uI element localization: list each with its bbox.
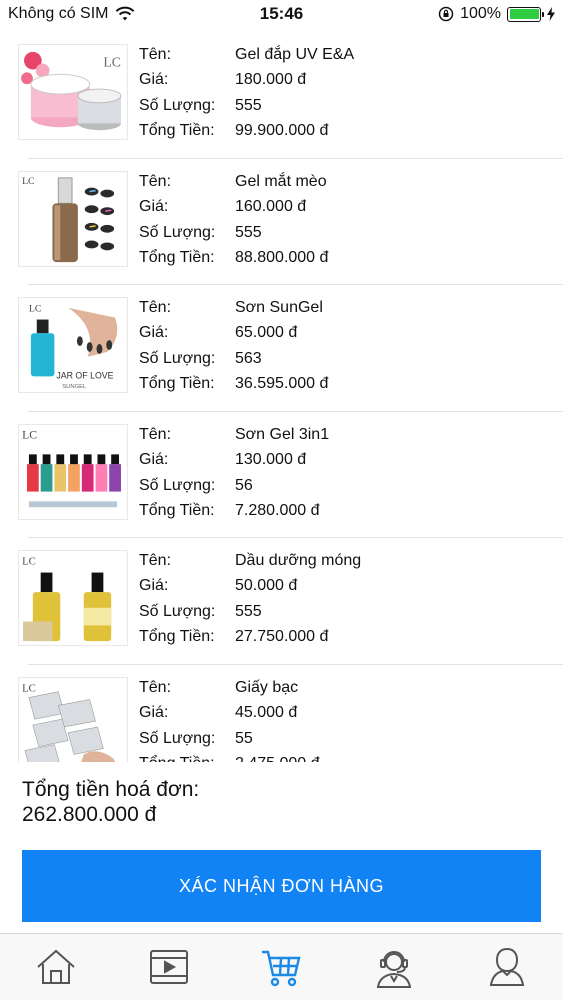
subtotal-label: Tổng Tiền: <box>139 248 215 266</box>
svg-text:SUNGEL: SUNGEL <box>62 384 87 390</box>
invoice-total-value: 262.800.000 đ <box>22 803 157 826</box>
quantity-label: Số Lượng: <box>139 350 216 367</box>
price-label: Giá: <box>139 577 169 594</box>
product-image: LC <box>18 676 128 762</box>
product-name: Gel đắp UV E&A <box>235 46 355 63</box>
svg-text:LC: LC <box>22 682 36 694</box>
quantity-label: Số Lượng: <box>139 603 216 620</box>
svg-text:LC: LC <box>22 428 37 441</box>
product-quantity: 56 <box>235 476 253 494</box>
product-quantity: 555 <box>235 223 262 241</box>
product-name: Gel mắt mèo <box>235 172 327 190</box>
price-label: Giá: <box>139 324 169 341</box>
battery-icon <box>507 6 544 22</box>
cart-item[interactable]: LC Tên: Gel mắt mèo Giá: 160.000 đ Số Lư… <box>0 159 563 285</box>
product-price: 160.000 đ <box>235 197 307 215</box>
product-subtotal: 88.800.000 đ <box>235 248 329 266</box>
product-subtotal: 7.280.000 đ <box>235 501 320 519</box>
name-label: Tên: <box>139 678 172 696</box>
quantity-label: Số Lượng: <box>139 97 216 114</box>
svg-text:LC: LC <box>103 55 121 70</box>
battery-percent: 100% <box>460 5 501 22</box>
product-price: 50.000 đ <box>235 577 298 594</box>
support-agent-icon <box>376 951 412 988</box>
tab-support[interactable] <box>338 934 451 1000</box>
user-icon <box>489 947 524 986</box>
video-icon <box>149 950 188 984</box>
tab-profile[interactable] <box>450 934 563 1000</box>
cart-item[interactable]: LC JAR OF LOVE SUNGEL Tên: Sơn SunGel Gi… <box>0 285 563 412</box>
cart-item[interactable]: LC Tên: Gel đắp UV E&A Giá: 180.000 đ Số… <box>0 32 563 159</box>
svg-text:LC: LC <box>29 304 42 315</box>
product-quantity: 555 <box>235 603 262 620</box>
subtotal-label: Tổng Tiền: <box>139 501 215 519</box>
cart-item[interactable]: LC Tên: Giấy bạc Giá: 45.000 đ Số Lượng:… <box>0 665 563 763</box>
cart-icon <box>262 950 301 987</box>
product-quantity: 55 <box>235 729 253 747</box>
invoice-total-label: Tổng tiền hoá đơn: <box>22 778 200 801</box>
product-subtotal: 99.900.000 đ <box>235 122 329 139</box>
tab-home[interactable] <box>0 934 113 1000</box>
orientation-lock-icon <box>438 6 454 22</box>
product-name: Sơn SunGel <box>235 299 323 316</box>
price-label: Giá: <box>139 71 169 88</box>
charging-bolt-icon <box>547 7 555 21</box>
product-price: 130.000 đ <box>235 450 307 468</box>
product-image: LC <box>18 170 128 267</box>
product-quantity: 555 <box>235 97 262 114</box>
product-name: Sơn Gel 3in1 <box>235 425 330 443</box>
product-image: LC <box>18 423 128 520</box>
tab-videos[interactable] <box>113 934 226 1000</box>
product-subtotal: 36.595.000 đ <box>235 375 329 392</box>
cart-item[interactable]: LC Tên: Sơn Gel 3in1 Giá: 130.000 đ Số L… <box>0 412 563 538</box>
subtotal-label: Tổng Tiền: <box>139 122 215 139</box>
tab-bar <box>0 933 563 1000</box>
svg-text:LC: LC <box>22 556 36 568</box>
name-label: Tên: <box>139 46 172 63</box>
product-subtotal: 2.475.000 đ <box>235 754 320 763</box>
subtotal-label: Tổng Tiền: <box>139 375 215 392</box>
quantity-label: Số Lượng: <box>139 223 216 241</box>
product-price: 45.000 đ <box>235 703 298 721</box>
price-label: Giá: <box>139 703 169 721</box>
product-image: LC <box>18 44 128 140</box>
name-label: Tên: <box>139 172 172 190</box>
price-label: Giá: <box>139 197 169 215</box>
subtotal-label: Tổng Tiền: <box>139 754 215 763</box>
product-image: LC <box>18 550 128 646</box>
name-label: Tên: <box>139 552 172 569</box>
subtotal-label: Tổng Tiền: <box>139 628 215 645</box>
product-name: Giấy bạc <box>235 678 299 696</box>
tab-cart[interactable] <box>225 934 338 1000</box>
product-price: 65.000 đ <box>235 324 298 341</box>
cart-item[interactable]: LC Tên: Dầu dưỡng móng Giá: 50.000 đ Số … <box>0 538 563 665</box>
battery-level <box>509 9 539 19</box>
cart-product-list[interactable]: LC Tên: Gel đắp UV E&A Giá: 180.000 đ Số… <box>0 32 563 762</box>
status-right: 100% <box>438 5 555 23</box>
status-bar: Không có SIM 15:46 100% <box>0 0 563 30</box>
product-name: Dầu dưỡng móng <box>235 552 362 569</box>
product-quantity: 563 <box>235 350 262 367</box>
name-label: Tên: <box>139 425 172 443</box>
quantity-label: Số Lượng: <box>139 729 216 747</box>
svg-text:JAR OF LOVE: JAR OF LOVE <box>56 370 113 380</box>
product-image: LC JAR OF LOVE SUNGEL <box>18 297 128 393</box>
svg-text:LC: LC <box>22 175 35 186</box>
price-label: Giá: <box>139 450 169 468</box>
home-icon <box>37 949 75 984</box>
product-price: 180.000 đ <box>235 71 307 88</box>
quantity-label: Số Lượng: <box>139 476 216 494</box>
product-subtotal: 27.750.000 đ <box>235 628 329 645</box>
confirm-order-button[interactable]: XÁC NHẬN ĐƠN HÀNG <box>22 850 541 922</box>
name-label: Tên: <box>139 299 172 316</box>
